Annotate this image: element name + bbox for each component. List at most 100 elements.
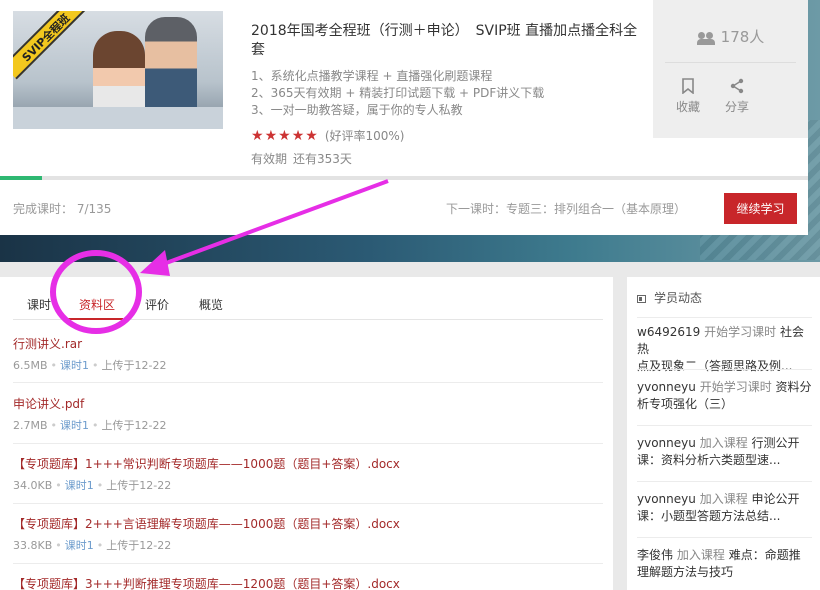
divider (637, 369, 812, 370)
activity-target-cont[interactable]: 课：资料分析六类题型速... (637, 453, 780, 467)
tab-reviews[interactable]: 评价 (145, 296, 169, 313)
star-icon: ★ (251, 127, 264, 144)
next-lesson[interactable]: 下一课时：专题三：排列组合一（基本原理） (446, 200, 686, 217)
student-activity-panel: 学员动态 w6492619 开始学习课时 社会热 点及现象二（答题思路及例... … (627, 277, 820, 590)
star-icon: ★ (305, 127, 318, 144)
file-item: 【专项题库】1+++常识判断专项题库——1000题（题目+答案）.docx 34… (13, 455, 603, 504)
file-name[interactable]: 行测讲义.rar (13, 335, 82, 352)
file-lesson-link[interactable]: 课时1 (65, 539, 94, 552)
file-item: 【专项题库】3+++判断推理专项题库——1200题（题目+答案）.docx (13, 575, 603, 590)
file-upload-date: 上传于12-22 (101, 359, 167, 372)
activity-item: 李俊伟 加入课程 难点：命题推 理解题方法与技巧 (637, 547, 812, 581)
separator: • (92, 359, 99, 372)
separator: • (96, 539, 104, 552)
activity-target[interactable]: 资料分 (776, 380, 812, 394)
course-card: SVIP全程班 2018年国考全程班（行测＋申论） SVIP班 直播加点播全科全… (0, 0, 808, 235)
svip-badge: SVIP全程班 (13, 11, 88, 80)
separator: • (50, 419, 58, 432)
file-meta: 2.7MB • 课时1 • 上传于12-22 (13, 417, 167, 433)
divider (637, 317, 812, 318)
share-icon (730, 78, 744, 94)
activity-user[interactable]: yvonneyu (637, 380, 696, 394)
star-icon: ★ (291, 127, 305, 144)
activity-item: w6492619 开始学习课时 社会热 点及现象二（答题思路及例... (637, 324, 812, 375)
file-size: 2.7MB (13, 419, 48, 432)
activity-user[interactable]: yvonneyu (637, 436, 696, 450)
activity-icon (637, 294, 646, 303)
separator: • (50, 359, 58, 372)
course-side-panel: 178人 收藏 分享 (653, 0, 808, 138)
file-name[interactable]: 【专项题库】1+++常识判断专项题库——1000题（题目+答案）.docx (13, 455, 400, 472)
file-name[interactable]: 【专项题库】3+++判断推理专项题库——1200题（题目+答案）.docx (13, 575, 400, 590)
share-button[interactable]: 分享 (717, 78, 757, 115)
activity-verb: 开始学习课时 (699, 380, 772, 394)
file-upload-date: 上传于12-22 (106, 539, 172, 552)
share-label: 分享 (724, 100, 749, 114)
course-rating: ★★★★★ (好评率100%) (251, 127, 641, 144)
activity-verb: 加入课程 (699, 436, 748, 450)
activity-target[interactable]: 申论公开 (752, 492, 800, 506)
tab-lessons[interactable]: 课时 (27, 296, 51, 313)
course-info: 2018年国考全程班（行测＋申论） SVIP班 直播加点播全科全套 1、系统化点… (251, 22, 641, 167)
divider (665, 62, 796, 63)
completed-lessons: 完成课时： 7/135 (13, 202, 112, 216)
active-tab-indicator (66, 318, 123, 320)
file-item: 行测讲义.rar 6.5MB • 课时1 • 上传于12-22 (13, 335, 603, 383)
main-content: 课时 资料区 评价 概览 行测讲义.rar 6.5MB • 课时1 • 上传于12-22… (0, 277, 613, 590)
file-lesson-link[interactable]: 课时1 (65, 479, 94, 492)
tab-materials[interactable]: 资料区 (79, 296, 115, 313)
continue-learning-button[interactable]: 继续学习 (724, 193, 797, 224)
activity-user[interactable]: w6492619 (637, 325, 700, 339)
file-meta: 33.8KB • 课时1 • 上传于12-22 (13, 537, 171, 553)
file-lesson-link[interactable]: 课时1 (60, 359, 89, 372)
separator: • (55, 539, 62, 552)
activity-target-cont[interactable]: 点及现象二（答题思路及例... (637, 359, 792, 373)
file-name[interactable]: 【专项题库】2+++言语理解专项题库——1000题（题目+答案）.docx (13, 515, 400, 532)
rating-stars: ★★★★★ (251, 128, 319, 144)
activity-target[interactable]: 行测公开 (752, 436, 800, 450)
file-size: 34.0KB (13, 479, 53, 492)
student-count: 178人 (653, 26, 808, 47)
file-upload-date: 上传于12-22 (106, 479, 172, 492)
activity-target[interactable]: 难点：命题推 (729, 548, 801, 562)
activity-target-cont[interactable]: 课：小题型答题方法总结... (637, 509, 780, 523)
validity-label: 有效期 (251, 152, 288, 166)
activity-verb: 加入课程 (699, 492, 748, 506)
collect-label: 收藏 (675, 100, 700, 114)
file-item: 【专项题库】2+++言语理解专项题库——1000题（题目+答案）.docx 33… (13, 515, 603, 564)
activity-target-cont[interactable]: 析专项强化（三） (637, 397, 733, 411)
activity-user[interactable]: yvonneyu (637, 492, 696, 506)
tab-overview[interactable]: 概览 (199, 296, 223, 313)
divider (637, 481, 812, 482)
activity-target-cont[interactable]: 理解题方法与技巧 (637, 565, 733, 579)
feature-line: 3、一对一助教答疑，属于你的专人私教 (251, 103, 463, 117)
file-name[interactable]: 申论讲义.pdf (13, 395, 84, 412)
activity-verb: 开始学习课时 (704, 325, 777, 339)
activity-item: yvonneyu 加入课程 行测公开课：资料分析六类题型速... (637, 435, 812, 469)
feature-line: 2、365天有效期 + 精装打印试题下载 + PDF讲义下载 (251, 86, 545, 100)
feature-line: 1、系统化点播教学课程 + 直播强化刷题课程 (251, 69, 493, 83)
file-upload-date: 上传于12-22 (101, 419, 167, 432)
validity: 有效期 还有353天 (251, 150, 641, 167)
separator: • (92, 419, 99, 432)
star-icon: ★ (278, 127, 291, 144)
file-size: 33.8KB (13, 539, 53, 552)
course-thumbnail[interactable]: SVIP全程班 (13, 11, 223, 129)
collect-button[interactable]: 收藏 (668, 78, 708, 115)
student-count-value: 178人 (720, 28, 765, 46)
activity-item: yvonneyu 开始学习课时 资料分析专项强化（三） (637, 379, 812, 413)
file-meta: 34.0KB • 课时1 • 上传于12-22 (13, 477, 171, 493)
course-features: 1、系统化点播教学课程 + 直播强化刷题课程 2、365天有效期 + 精装打印试… (251, 68, 641, 119)
activity-item: yvonneyu 加入课程 申论公开课：小题型答题方法总结... (637, 491, 812, 525)
divider (637, 425, 812, 426)
activity-header: 学员动态 (637, 289, 810, 306)
validity-value: 还有353天 (293, 152, 352, 166)
separator: • (55, 479, 62, 492)
people-icon (696, 31, 715, 45)
activity-title: 学员动态 (654, 291, 703, 305)
thumbnail-desk (13, 107, 223, 129)
activity-user[interactable]: 李俊伟 (637, 548, 673, 562)
bookmark-icon (682, 78, 694, 94)
divider (637, 537, 812, 538)
file-lesson-link[interactable]: 课时1 (60, 419, 89, 432)
